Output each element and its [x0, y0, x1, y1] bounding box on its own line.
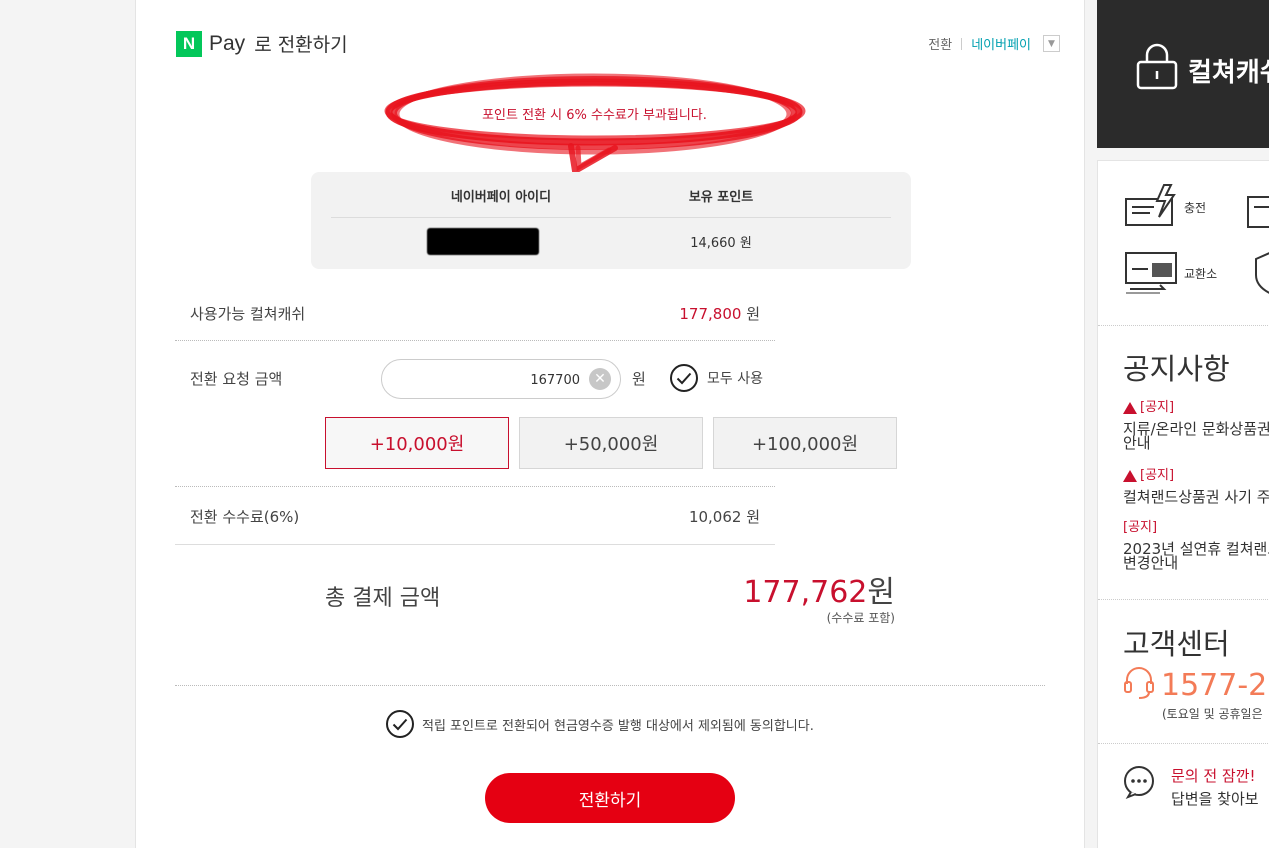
notice-line: 컬쳐랜드상품권 사기 주	[1123, 488, 1269, 506]
cs-phone[interactable]: 1577-211	[1123, 666, 1269, 704]
chat-bubble-icon	[1123, 765, 1157, 803]
divider	[175, 685, 1045, 686]
divider	[175, 340, 775, 341]
divider	[1098, 743, 1269, 744]
notice-title: 컬쳐랜드상품권 사기 주	[1123, 488, 1269, 506]
culture-cash-title: 컬쳐캐쉬	[1188, 58, 1269, 88]
sidebar-item-charge[interactable]: 충전	[1124, 183, 1206, 232]
faq-link[interactable]: 문의 전 잠깐! 답변을 찾아보	[1123, 765, 1259, 809]
sidebar-panel: 충전 교환소 공지사항 [공지] 지류/온라인 문화상품권 안내 [공지] 컬쳐랜…	[1097, 160, 1269, 848]
switch-target-value[interactable]: 네이버페이	[971, 34, 1031, 53]
available-cash-value-wrap: 177,800 원	[679, 303, 760, 324]
charge-icon	[1124, 183, 1180, 232]
notice-item[interactable]: [공지] 2023년 설연휴 컬쳐랜드 변경안내	[1123, 520, 1269, 572]
faq-headline: 문의 전 잠깐!	[1171, 767, 1256, 785]
add-50000-button[interactable]: +50,000원	[519, 417, 703, 469]
notice-title: 지류/온라인 문화상품권 안내	[1123, 422, 1269, 452]
notice-section-title: 공지사항	[1123, 352, 1230, 386]
available-cash-label: 사용가능 컬쳐캐쉬	[190, 305, 306, 323]
notice-item[interactable]: [공지] 지류/온라인 문화상품권 안내	[1123, 400, 1269, 452]
faq-subtext: 답변을 찾아보	[1171, 790, 1259, 808]
divider	[175, 486, 775, 487]
total-amount-unit: 원	[867, 575, 895, 610]
notice-tag: [공지]	[1140, 400, 1175, 415]
check-circle-icon[interactable]	[386, 710, 414, 738]
cs-hours: (토요일 및 공휴일은	[1162, 707, 1263, 721]
exchange-icon	[1124, 247, 1180, 300]
cs-phone-number: 1577-211	[1161, 667, 1269, 703]
sidebar-item-gift[interactable]	[1246, 191, 1269, 234]
total-note: (수수료 포함)	[826, 611, 895, 625]
switch-label: 전환	[928, 38, 953, 53]
notice-title: 2023년 설연휴 컬쳐랜드 변경안내	[1123, 542, 1269, 572]
convert-submit-button[interactable]: 전환하기	[485, 773, 735, 823]
use-all-label: 모두 사용	[707, 371, 763, 387]
agreement-text: 적립 포인트로 전환되어 현금영수증 발행 대상에서 제외됨에 동의합니다.	[422, 718, 814, 734]
redacted-id	[427, 228, 539, 255]
sidebar-item-security[interactable]	[1254, 247, 1269, 300]
notice-line: 변경안내	[1123, 554, 1179, 572]
request-amount-input[interactable]	[398, 369, 580, 391]
shield-icon	[1254, 247, 1269, 300]
npay-logo: N	[176, 30, 202, 57]
divider	[175, 544, 775, 545]
add-100000-button[interactable]: +100,000원	[713, 417, 897, 469]
divider	[1098, 325, 1269, 326]
culture-cash-header: 컬쳐캐쉬	[1097, 0, 1269, 148]
sidebar-item-exchange[interactable]: 교환소	[1124, 247, 1217, 300]
naverpay-account-box: 네이버페이 아이디 보유 포인트 14,660 원	[311, 172, 911, 269]
sidebar-item-label: 충전	[1184, 201, 1207, 215]
fee-value: 10,062 원	[688, 508, 760, 526]
check-circle-icon[interactable]	[670, 364, 698, 392]
available-cash-value: 177,800	[679, 305, 742, 323]
total-amount: 177,762원	[743, 567, 895, 611]
notice-item[interactable]: [공지] 컬쳐랜드상품권 사기 주	[1123, 468, 1269, 506]
request-amount-field[interactable]: ✕	[381, 359, 621, 399]
request-amount-unit: 원	[632, 370, 646, 388]
col-naverpay-id: 네이버페이 아이디	[450, 190, 552, 205]
total-amount-value: 177,762	[743, 575, 868, 610]
alert-icon	[1123, 470, 1137, 482]
cs-section-title: 고객센터	[1123, 627, 1230, 661]
clear-icon[interactable]: ✕	[589, 368, 611, 390]
page-title: N Pay 로 전환하기	[176, 30, 348, 57]
fee-label: 전환 수수료(6%)	[190, 508, 300, 526]
chevron-down-icon[interactable]: ▼	[1043, 35, 1060, 52]
available-cash-unit: 원	[741, 305, 760, 323]
request-amount-label: 전환 요청 금액	[190, 370, 283, 388]
red-circle-annotation: 포인트 전환 시 6% 수수료가 부과됩니다.	[383, 68, 806, 176]
sidebar-item-label: 교환소	[1184, 267, 1218, 281]
agreement-checkbox[interactable]: 적립 포인트로 전환되어 현금영수증 발행 대상에서 제외됨에 동의합니다.	[386, 710, 814, 738]
notice-line: 안내	[1123, 434, 1151, 452]
alert-icon	[1123, 402, 1137, 414]
notice-tag: [공지]	[1123, 520, 1158, 535]
col-owned-points: 보유 포인트	[688, 190, 754, 205]
owned-points-value: 14,660 원	[690, 236, 752, 251]
page-title-text: 로 전환하기	[254, 34, 348, 56]
divider	[1098, 599, 1269, 600]
headset-icon	[1123, 666, 1155, 704]
total-label: 총 결제 금액	[325, 586, 441, 611]
use-all-checkbox[interactable]: 모두 사용	[670, 364, 763, 392]
notice-tag: [공지]	[1140, 468, 1175, 483]
fee-notice-text: 포인트 전환 시 6% 수수료가 부과됩니다.	[482, 108, 707, 123]
divider	[331, 217, 891, 218]
divider	[961, 37, 963, 50]
lock-icon	[1135, 42, 1179, 94]
gift-icon	[1246, 191, 1269, 234]
npay-word: Pay	[209, 31, 246, 55]
switch-target-selector[interactable]: 전환 네이버페이 ▼	[928, 34, 1060, 53]
add-10000-button[interactable]: +10,000원	[325, 417, 509, 469]
